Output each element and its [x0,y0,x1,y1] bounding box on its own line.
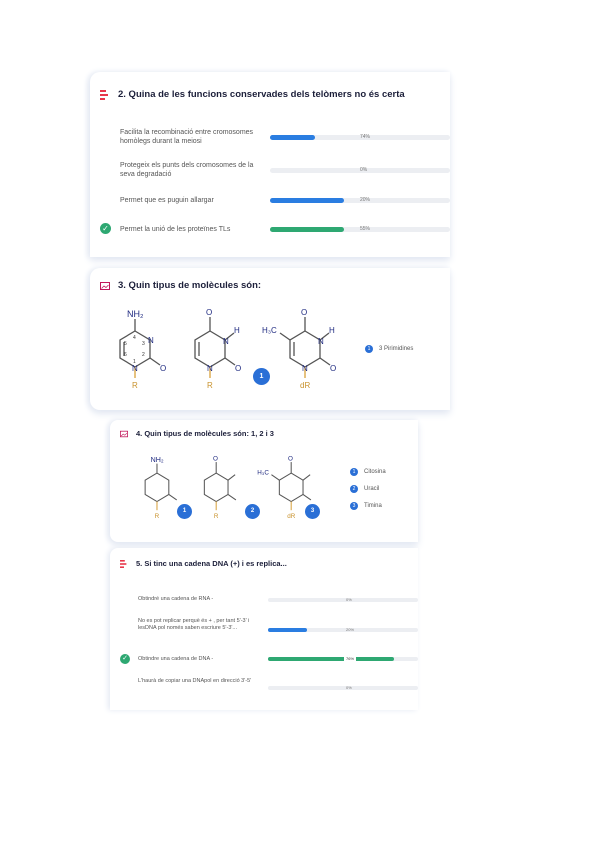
q2-option-1: Facilita la recombinació entre cromosome… [120,129,254,145]
q2-option-4-bar: 55% [270,226,450,232]
q5-option-3: Obtindre una cadena de DNA - [138,656,214,662]
image-icon [100,281,110,290]
mol-label-dr-small: dR [287,513,296,520]
mol-label-nh2: NH₂ [127,309,144,319]
question-3-title: 3. Quin tipus de molècules són: [118,280,262,291]
question-2-title: 2. Quina de les funcions conservades del… [118,89,405,100]
q5-option-1-bar: 0% [268,597,418,602]
mol-label-o4: O [206,308,212,317]
q5-option-2: No es pot replicar perquè és + , per tan… [138,618,250,631]
q5-option-4: L'haurà de copiar una DNApol en direcció… [138,678,252,684]
q5-option-3-bar-fill [268,657,394,661]
q4-legend-item-3: 3 Timina [350,502,382,510]
mol-label-ht: H [329,326,335,335]
q5-option-2-percent: 20% [346,627,355,632]
q2-option-3-percent: 20% [360,197,371,203]
question-4-title: 4. Quin tipus de molècules són: 1, 2 i 3 [136,429,274,438]
mol-label-n3: N [148,336,154,345]
q4-legend-item-1: 1 Citosina [350,468,386,476]
q5-option-1: Obtindré una cadena de RNA - [138,596,214,602]
ring-num-1: 1 [133,359,136,365]
image-icon [120,430,128,437]
mol-label-o2: O [160,364,166,373]
mol-label-dr: dR [300,381,310,390]
mol-label-r-small: R [155,513,160,520]
q2-option-4-percent: 55% [360,226,371,232]
q2-option-2: Protegeix els punts dels cromosomes de l… [120,162,254,178]
q2-option-2-percent: 0% [360,167,368,173]
ring-num-3: 3 [142,341,145,347]
q2-option-3: Permet que es puguin allargar [120,197,214,204]
q4-legend-num-2: 2 [350,485,358,493]
q5-option-2-bar: 20% [268,627,418,632]
mol-label-o4t: O [301,308,307,317]
q2-option-2-bar: 0% [270,167,450,173]
mol-label-r: R [132,381,138,390]
q3-legend-item: 1 3 Pirimidines [365,345,413,353]
question-4-header: 4. Quin tipus de molècules són: 1, 2 i 3 [120,429,274,438]
ring-num-4: 4 [133,335,136,341]
poll-bars-icon [120,559,127,568]
cytosine-structure [119,319,161,378]
q3-badge: 1 [253,368,270,385]
q5-option-2-bar-fill [268,628,307,632]
q3-legend-num: 1 [365,345,373,353]
q5-option-3-bar: 76% [268,656,418,661]
mol-label-o4t-small: O [288,455,293,462]
mol-label-o2u: O [235,364,241,373]
mol-label-h3c-small: H₃C [257,470,269,477]
q5-option-1-percent: 0% [346,597,352,602]
mol-label-h: H [234,326,240,335]
mol-label-h3c: H₃C [262,326,277,335]
q2-option-3-bar: 20% [270,197,450,203]
poll-bars-icon [100,89,108,100]
ring-num-2: 2 [142,352,145,358]
mol-label-ru-small: R [214,513,219,520]
mol-label-o2t: O [330,364,336,373]
q5-option-4-bar: 0% [268,685,418,690]
q2-option-1-bar-fill [270,135,315,140]
q2-option-1-percent: 74% [360,134,371,140]
q4-legend-label-3: Timina [364,503,382,509]
pyrimidines-image-small: NH₂ H₃C O O R R dR [144,455,312,520]
question-2-header: 2. Quina de les funcions conservades del… [100,89,405,100]
mol-label-n1u: N [207,364,213,373]
q4-badge-1: 1 [177,504,192,519]
correct-check-icon: ✓ [100,223,111,234]
q4-badge-2: 2 [245,504,260,519]
correct-check-icon: ✓ [120,654,130,664]
mol-label-n3t: N [318,337,324,346]
q3-legend-label: 3 Pirimidines [379,346,414,352]
q4-legend-num-1: 1 [350,468,358,476]
q2-option-1-bar: 74% [270,134,450,140]
q5-option-4-percent: 0% [346,685,352,690]
ring-num-6: 6 [124,352,127,358]
q4-legend-item-2: 2 Uracil [350,485,379,493]
pyrimidines-image: NH₂ N N O R 4 3 5 2 6 1 O H N N O R H₃C … [119,308,336,390]
q4-legend-label-2: Uracil [364,486,380,492]
q5-option-3-percent: 76% [344,656,357,661]
mol-label-n1t: N [302,364,308,373]
mol-label-n3u: N [223,337,229,346]
question-5-title: 5. Si tinc una cadena DNA (+) i es repli… [136,559,287,568]
q4-badge-3: 3 [305,504,320,519]
ring-num-5: 5 [124,341,127,347]
question-5-header: 5. Si tinc una cadena DNA (+) i es repli… [120,559,287,568]
question-3-header: 3. Quin tipus de molècules són: [100,280,261,291]
q4-legend-num-3: 3 [350,502,358,510]
mol-label-ru: R [207,381,213,390]
q2-option-4-bar-fill [270,227,344,232]
mol-label-o4-small: O [213,455,218,462]
q4-legend-label-1: Citosina [364,469,386,475]
uracil-structure [194,317,236,378]
q2-option-3-bar-fill [270,198,344,203]
q2-option-4: Permet la unió de les proteïnes TLs [120,226,231,233]
mol-label-n1: N [132,364,138,373]
mol-label-nh2-small: NH₂ [151,456,164,464]
